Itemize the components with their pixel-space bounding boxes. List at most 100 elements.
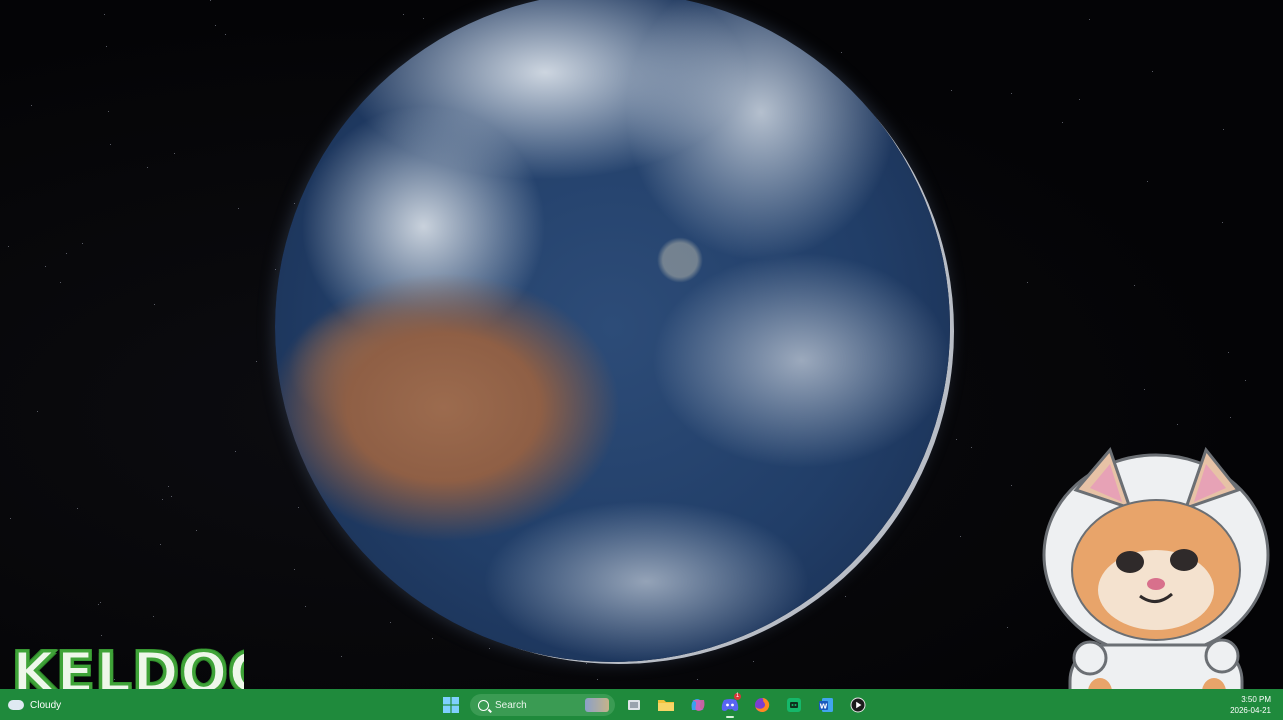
star: [238, 208, 239, 209]
weather-label: Cloudy: [30, 699, 62, 711]
star: [753, 661, 754, 662]
notification-badge: 1: [734, 693, 741, 700]
taskbar-app-chat[interactable]: [781, 692, 807, 718]
star: [174, 153, 175, 154]
star: [225, 34, 226, 35]
star: [110, 144, 111, 145]
star: [210, 0, 211, 1]
system-clock[interactable]: 3:50 PM 2026-04-21: [1230, 694, 1271, 716]
star: [100, 602, 101, 603]
svg-text:W: W: [820, 703, 828, 711]
star: [403, 14, 404, 15]
earth-globe-image: [275, 0, 950, 662]
star: [10, 518, 11, 519]
star: [162, 499, 163, 500]
cat-astronaut-mascot: [1042, 446, 1270, 689]
taskbar-app-word[interactable]: W: [813, 692, 839, 718]
start-button[interactable]: [438, 692, 464, 718]
star: [971, 447, 972, 448]
taskbar-app-media-player[interactable]: [845, 692, 871, 718]
star: [147, 167, 148, 168]
windows-logo-icon: [443, 697, 459, 713]
star: [390, 622, 391, 623]
taskbar: Cloudy Search 1 W 3:50 PM 2026-04-21: [0, 689, 1283, 720]
star: [45, 266, 46, 267]
search-box[interactable]: Search: [470, 694, 615, 716]
star: [1062, 122, 1063, 123]
cloud-icon: [8, 700, 24, 710]
star: [31, 105, 32, 106]
search-icon: [478, 699, 489, 711]
star: [1245, 380, 1246, 381]
star: [215, 25, 216, 26]
star: [294, 203, 295, 204]
star: [168, 486, 169, 487]
clock-time: 3:50 PM: [1241, 695, 1271, 704]
copilot-icon: [691, 699, 705, 711]
star: [1027, 282, 1028, 283]
star: [160, 544, 161, 545]
star: [98, 604, 99, 605]
star: [154, 304, 155, 305]
star: [235, 451, 236, 452]
star: [106, 46, 107, 47]
clock-date: 2026-04-21: [1230, 706, 1271, 715]
star: [1147, 181, 1148, 182]
star: [1007, 627, 1008, 628]
star: [104, 14, 105, 15]
star: [196, 530, 197, 531]
star: [951, 90, 952, 91]
star: [171, 496, 172, 497]
taskbar-app-discord[interactable]: 1: [717, 692, 743, 718]
star: [1089, 19, 1090, 20]
chat-icon: [787, 698, 801, 712]
star: [275, 269, 276, 270]
star: [1152, 71, 1153, 72]
star: [305, 606, 306, 607]
star: [1134, 285, 1135, 286]
star: [423, 18, 424, 19]
firefox-icon: [755, 697, 770, 712]
star: [960, 536, 961, 537]
star: [1079, 99, 1080, 100]
taskbar-app-firefox[interactable]: [749, 692, 775, 718]
star: [841, 52, 842, 53]
star: [1011, 93, 1012, 94]
star: [8, 246, 9, 247]
star: [956, 439, 957, 440]
active-indicator: [726, 716, 734, 718]
folder-icon: [658, 700, 674, 711]
star: [1222, 222, 1223, 223]
search-label: Search: [495, 699, 527, 711]
desktop-wallpaper: KELDOGE: [0, 0, 1283, 689]
keldoge-logo: KELDOGE: [12, 642, 244, 689]
star: [1177, 424, 1178, 425]
weather-widget[interactable]: Cloudy: [8, 693, 61, 717]
star: [298, 507, 299, 508]
taskbar-app-file-explorer[interactable]: [653, 692, 679, 718]
star: [60, 282, 61, 283]
star: [697, 679, 698, 680]
star: [1223, 129, 1224, 130]
star: [153, 616, 154, 617]
star: [256, 361, 257, 362]
taskbar-app-task-view[interactable]: [621, 692, 647, 718]
star: [77, 508, 78, 509]
star: [82, 243, 83, 244]
word-icon: W: [819, 698, 833, 712]
star: [597, 679, 598, 680]
star: [432, 638, 433, 639]
star: [586, 663, 587, 664]
star: [1144, 389, 1145, 390]
task-view-icon: [628, 700, 640, 710]
play-icon: [850, 697, 866, 713]
search-highlight-image: [585, 698, 609, 712]
star: [101, 635, 102, 636]
star: [108, 111, 109, 112]
star: [1228, 352, 1229, 353]
taskbar-app-copilot[interactable]: [685, 692, 711, 718]
star: [1011, 485, 1012, 486]
star: [341, 656, 342, 657]
star: [294, 569, 295, 570]
taskbar-center: Search 1 W: [438, 692, 871, 718]
